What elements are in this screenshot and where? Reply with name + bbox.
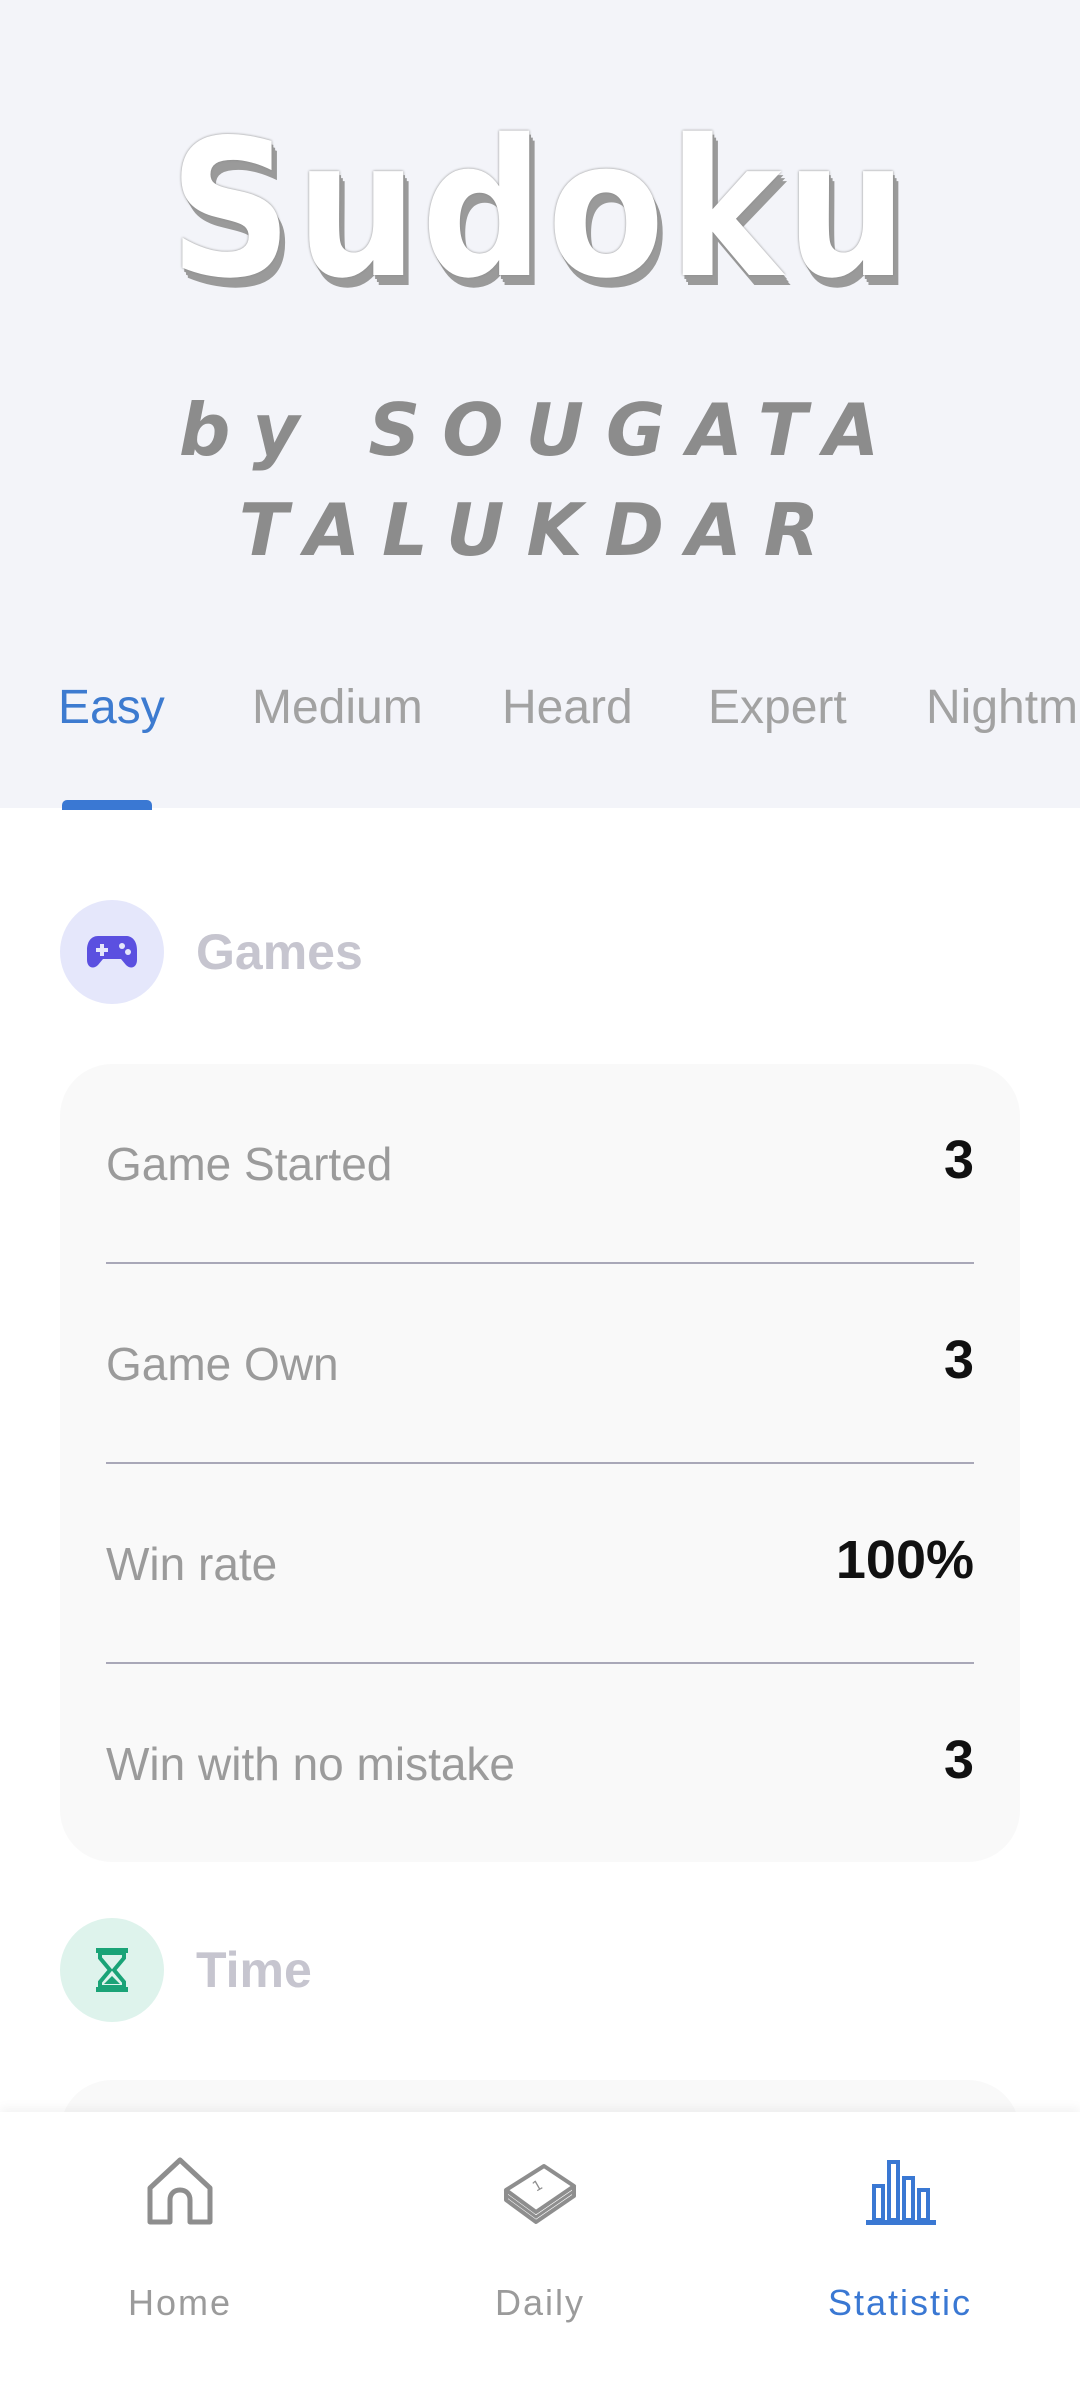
active-tab-indicator	[62, 800, 152, 810]
calendar-icon: 1	[504, 2164, 576, 2224]
stat-value: 3	[943, 1130, 974, 1190]
hourglass-icon	[60, 1918, 164, 2022]
time-section-header: Time	[60, 1918, 960, 2022]
tab-nightmare[interactable]: Nightm	[926, 672, 1078, 744]
nav-statistic-label: Statistic	[827, 2282, 973, 2323]
bar-chart-icon	[866, 2160, 936, 2225]
stat-value: 100%	[835, 1530, 974, 1590]
nav-daily-label: Daily	[494, 2282, 585, 2323]
nav-daily[interactable]: 1 Daily	[360, 2112, 720, 2400]
stat-label: Win rate	[106, 1538, 278, 1590]
tab-expert[interactable]: Expert	[708, 672, 847, 744]
games-stats-card: Game Started 3 Game Own 3 Win rate 100% …	[60, 1064, 1020, 1862]
stat-row-win-rate: Win rate 100%	[106, 1464, 974, 1664]
nav-statistic[interactable]: Statistic	[720, 2112, 1080, 2400]
stat-value: 3	[943, 1330, 974, 1390]
time-section-title: Time	[196, 1942, 312, 1998]
nav-home[interactable]: Home	[0, 2112, 360, 2400]
app-title: Sudoku	[169, 99, 911, 320]
stat-row-game-started: Game Started 3	[106, 1064, 974, 1264]
home-icon	[147, 2157, 213, 2225]
games-section-header: Games	[60, 900, 960, 1004]
stat-row-game-own: Game Own 3	[106, 1264, 974, 1464]
stat-label: Game Started	[106, 1138, 393, 1190]
stat-value: 3	[943, 1730, 974, 1790]
difficulty-tabs: Easy Medium Heard Expert Nightm	[0, 672, 1080, 808]
stat-label: Win with no mistake	[106, 1738, 516, 1790]
app-subtitle: by SOUGATA TALUKDAR	[178, 388, 902, 572]
stat-row-win-no-mistake: Win with no mistake 3	[106, 1664, 974, 1862]
tab-medium[interactable]: Medium	[252, 672, 423, 744]
bottom-navigation: Home 1 Daily Statistic	[0, 2112, 1080, 2400]
nav-home-label: Home	[127, 2282, 233, 2323]
tab-heard[interactable]: Heard	[502, 672, 633, 744]
stat-label: Game Own	[106, 1338, 339, 1390]
tab-easy[interactable]: Easy	[58, 672, 165, 744]
games-section-title: Games	[196, 924, 363, 980]
gamepad-icon	[60, 900, 164, 1004]
